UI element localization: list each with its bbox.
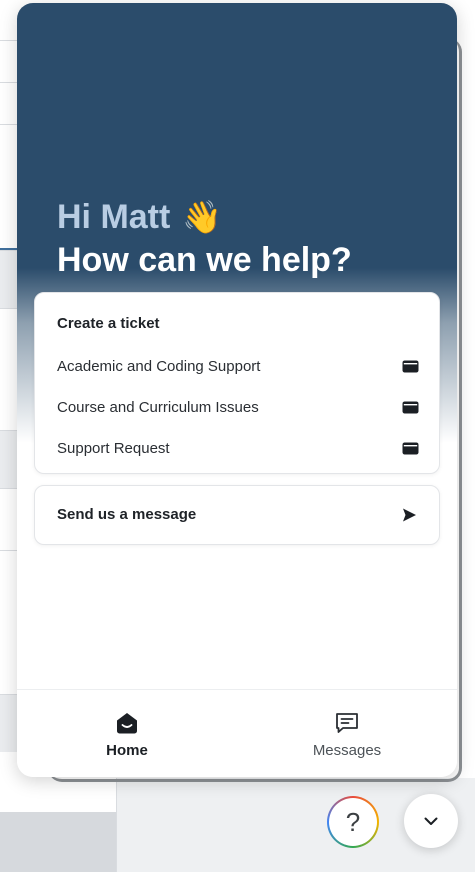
- chevron-down-icon: [424, 817, 438, 825]
- greeting: Hi Matt 👋 How can we help?: [57, 195, 352, 281]
- home-icon: [117, 713, 137, 734]
- ticket-option-academic-coding[interactable]: Academic and Coding Support: [57, 352, 419, 380]
- ticket-icon: [402, 442, 419, 454]
- bottom-nav: Home Messages: [17, 689, 457, 777]
- help-button[interactable]: ?: [327, 796, 379, 848]
- greeting-name: Hi Matt: [57, 198, 171, 236]
- ticket-icon: [402, 401, 419, 413]
- ticket-option-label: Academic and Coding Support: [57, 357, 261, 375]
- wave-emoji-icon: 👋: [182, 199, 223, 235]
- greeting-line: Hi Matt 👋: [57, 195, 352, 239]
- close-messenger-button[interactable]: [404, 794, 458, 848]
- greeting-subtitle: How can we help?: [57, 241, 352, 279]
- send-icon: [403, 508, 416, 522]
- send-message-label: Send us a message: [57, 506, 197, 523]
- ticket-option-label: Course and Curriculum Issues: [57, 398, 259, 416]
- background-footer-left: [0, 812, 116, 872]
- messenger-widget: Hi Matt 👋 How can we help? Create a tick…: [17, 3, 457, 777]
- tab-home-label: Home: [106, 742, 148, 759]
- tab-messages-label: Messages: [312, 742, 382, 759]
- ticket-icon: [402, 360, 419, 372]
- messages-icon: [336, 713, 358, 733]
- create-ticket-title: Create a ticket: [57, 315, 160, 332]
- tab-messages[interactable]: Messages: [237, 690, 457, 777]
- ticket-option-course-curriculum[interactable]: Course and Curriculum Issues: [57, 393, 419, 421]
- help-icon: ?: [329, 798, 377, 846]
- create-ticket-card: Create a ticket Academic and Coding Supp…: [34, 292, 440, 474]
- tab-home[interactable]: Home: [17, 690, 237, 777]
- screen: Hi Matt 👋 How can we help? Create a tick…: [0, 0, 475, 872]
- send-message-button[interactable]: Send us a message: [34, 485, 440, 545]
- ticket-option-label: Support Request: [57, 439, 170, 457]
- ticket-option-support-request[interactable]: Support Request: [57, 434, 419, 462]
